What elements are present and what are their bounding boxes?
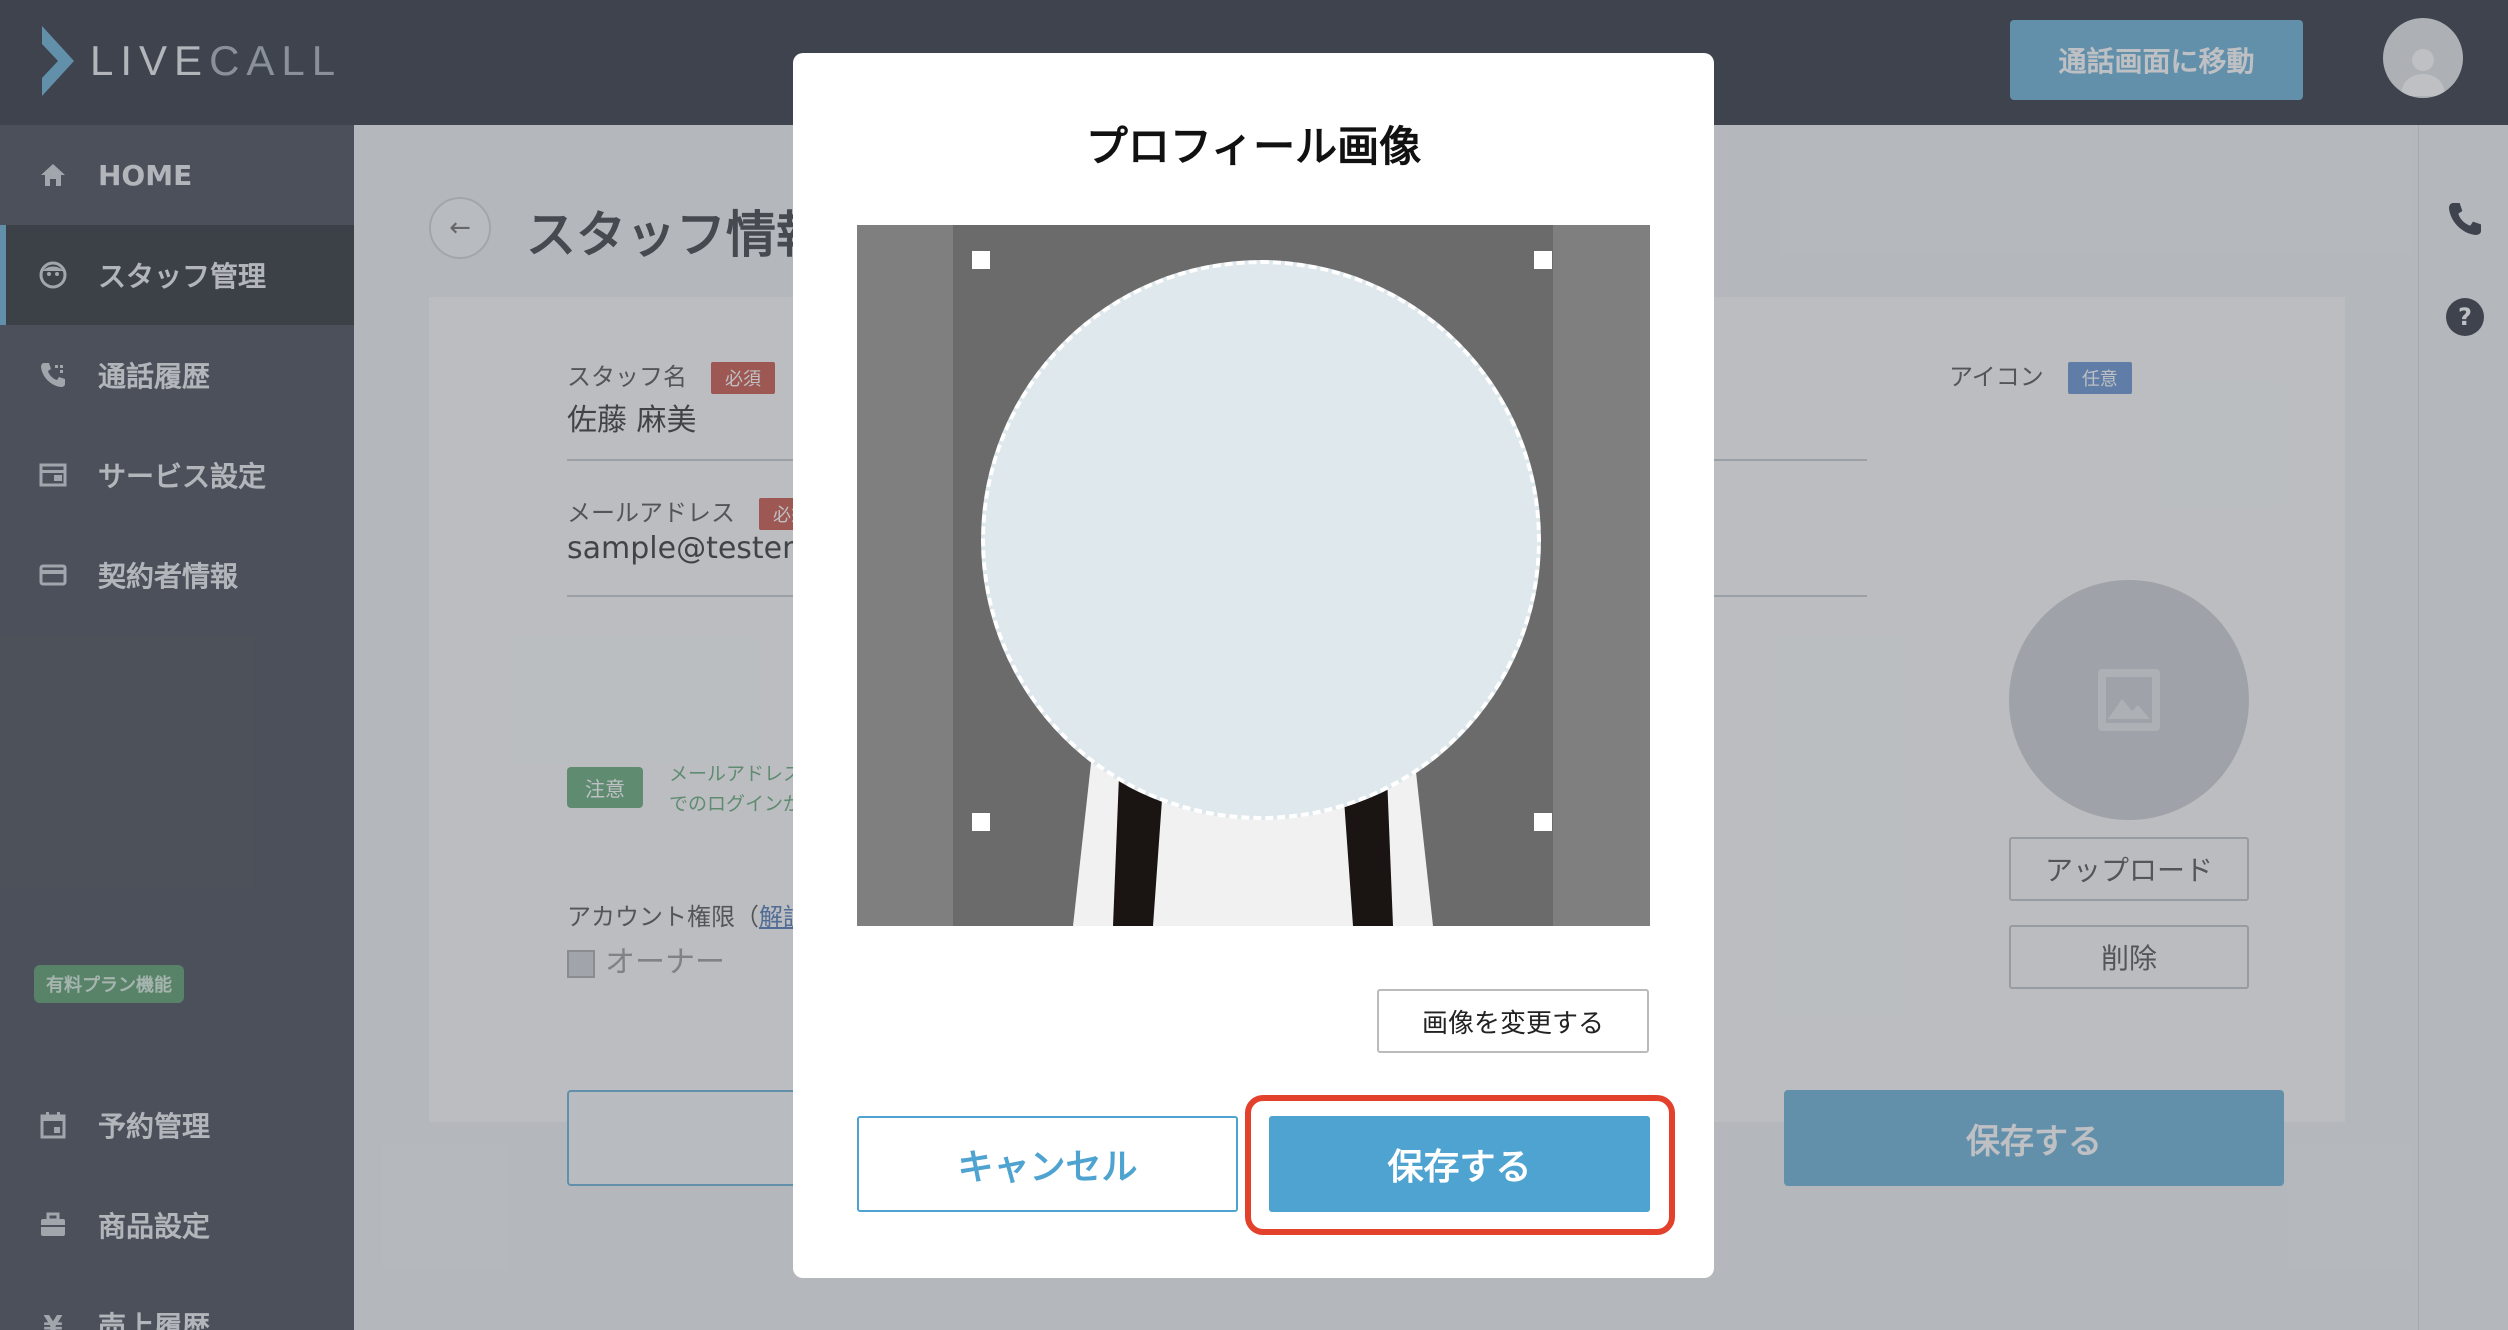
modal-title: プロフィール画像 bbox=[1085, 122, 1422, 171]
modal-save-button[interactable]: 保存する bbox=[1269, 1116, 1650, 1212]
crop-handle-top-left[interactable] bbox=[972, 251, 990, 269]
crop-handle-top-right[interactable] bbox=[1534, 251, 1552, 269]
crop-circle[interactable] bbox=[981, 260, 1541, 820]
modal-cancel-button[interactable]: キャンセル bbox=[857, 1116, 1238, 1212]
change-image-button[interactable]: 画像を変更する bbox=[1377, 989, 1649, 1053]
profile-image-modal: プロフィール画像 画像を変更する キャンセル 保存する bbox=[793, 53, 1714, 1278]
crop-handle-bottom-left[interactable] bbox=[972, 813, 990, 831]
image-cropper[interactable] bbox=[857, 225, 1650, 926]
crop-handle-bottom-right[interactable] bbox=[1534, 813, 1552, 831]
